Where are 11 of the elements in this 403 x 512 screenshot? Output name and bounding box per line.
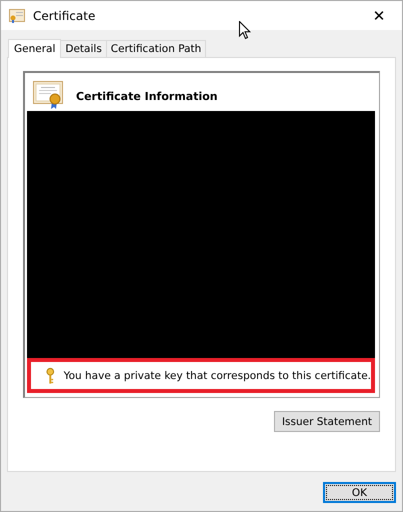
window-title: Certificate <box>33 8 96 22</box>
close-button[interactable]: ✕ <box>356 1 402 30</box>
tab[interactable]: Certification Path <box>106 40 206 57</box>
private-key-note: You have a private key that corresponds to this certificate. <box>64 370 371 382</box>
section-heading: Certificate Information <box>76 90 218 105</box>
issuer-statement-button[interactable]: Issuer Statement <box>274 411 380 432</box>
tab[interactable]: General <box>8 39 62 58</box>
certificate-icon <box>9 8 25 22</box>
key-icon <box>46 366 55 384</box>
certificate-icon <box>33 81 63 109</box>
ok-button[interactable]: OK <box>323 482 396 503</box>
